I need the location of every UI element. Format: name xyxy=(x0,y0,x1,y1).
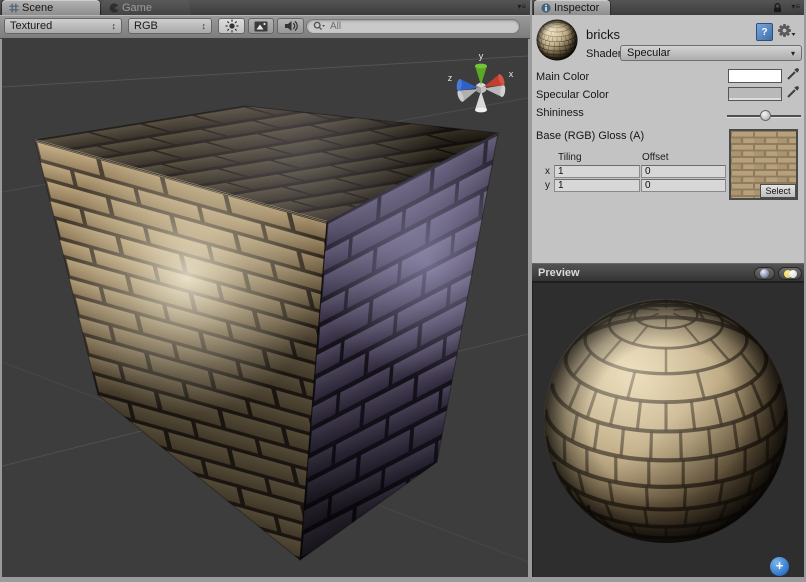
preview-lighting-button[interactable] xyxy=(778,267,802,280)
scene-search xyxy=(306,19,520,34)
tiling-header: Tiling xyxy=(558,152,582,163)
scene-panel-menu[interactable]: ▾≡ xyxy=(517,3,526,11)
inspector-lock[interactable] xyxy=(773,3,782,13)
preview-header: Preview xyxy=(532,263,804,282)
gizmo-z-label: z xyxy=(448,73,453,83)
scene-tabstrip: Scene Game ▾≡ xyxy=(0,0,530,16)
tab-scene[interactable]: Scene xyxy=(2,0,100,15)
material-options-button[interactable] xyxy=(777,23,796,39)
plus-icon: + xyxy=(776,558,784,573)
x-offset-field[interactable] xyxy=(641,165,726,178)
panel-menu-icon: ▾≡ xyxy=(791,3,800,11)
shininess-label: Shininess xyxy=(536,107,584,119)
sphere-icon xyxy=(760,269,769,278)
main-color-label: Main Color xyxy=(536,71,589,83)
preview-body[interactable]: + xyxy=(532,282,804,577)
tab-inspector-label: Inspector xyxy=(554,2,599,14)
base-texture-thumbnail[interactable]: Select xyxy=(729,129,798,200)
material-name: bricks xyxy=(586,27,620,42)
info-icon xyxy=(541,3,551,13)
light-white-icon xyxy=(789,270,797,278)
search-input[interactable] xyxy=(328,20,513,33)
specular-color-eyedropper[interactable] xyxy=(786,85,800,104)
updown-arrows-icon: ↕ xyxy=(202,21,207,31)
sun-icon xyxy=(225,19,239,33)
preview-title: Preview xyxy=(538,267,580,279)
specular-color-label: Specular Color xyxy=(536,89,609,101)
gizmo-x-label: x xyxy=(509,69,514,79)
effects-toggle-button[interactable] xyxy=(248,18,274,34)
search-icon xyxy=(313,21,325,32)
image-icon xyxy=(254,21,268,32)
tab-game-label: Game xyxy=(122,2,152,14)
lighting-toggle-button[interactable] xyxy=(218,18,245,34)
inspector-panel: Inspector ▾≡ bricks Shader Specular ▾ ? xyxy=(532,0,804,577)
y-tiling-field[interactable] xyxy=(554,179,640,192)
shininess-slider[interactable] xyxy=(727,115,801,118)
main-color-swatch[interactable] xyxy=(728,69,782,83)
brick-cube[interactable] xyxy=(35,106,498,560)
speaker-icon xyxy=(284,20,298,32)
tab-inspector[interactable]: Inspector xyxy=(534,0,610,15)
inspector-tabstrip: Inspector ▾≡ xyxy=(532,0,804,16)
chevron-down-icon: ▾ xyxy=(791,49,795,58)
gizmo-y-axis[interactable] xyxy=(475,64,487,85)
game-icon xyxy=(109,3,119,13)
color-mode-label: RGB xyxy=(134,20,158,32)
x-row-label: x xyxy=(545,166,550,177)
material-sphere-preview[interactable] xyxy=(541,296,791,546)
scene-viewport[interactable]: y x z xyxy=(2,38,528,577)
eyedropper-icon xyxy=(786,67,800,81)
offset-header: Offset xyxy=(642,152,669,163)
help-button[interactable]: ? xyxy=(756,23,773,41)
shader-label: Shader xyxy=(586,48,621,60)
specular-color-swatch[interactable] xyxy=(728,87,782,101)
gear-icon xyxy=(777,23,796,39)
select-label: Select xyxy=(765,186,790,196)
render-mode-dropdown[interactable]: Textured ↕ xyxy=(4,18,122,34)
tab-game[interactable]: Game xyxy=(102,0,190,15)
main-color-eyedropper[interactable] xyxy=(786,67,800,86)
panel-menu-icon: ▾≡ xyxy=(517,3,526,11)
shader-dropdown[interactable]: Specular ▾ xyxy=(620,45,802,61)
color-mode-dropdown[interactable]: RGB ↕ xyxy=(128,18,212,34)
add-button[interactable]: + xyxy=(770,557,789,576)
question-mark-icon: ? xyxy=(761,27,767,38)
material-preview-thumb xyxy=(536,19,578,61)
base-gloss-label: Base (RGB) Gloss (A) xyxy=(536,130,644,142)
preview-mesh-button[interactable] xyxy=(754,267,775,280)
tab-scene-label: Scene xyxy=(22,2,53,14)
audio-toggle-button[interactable] xyxy=(277,18,304,34)
eyedropper-icon xyxy=(786,85,800,99)
scene-3d-view: y x z xyxy=(2,38,528,577)
gizmo-y-label: y xyxy=(479,51,484,61)
x-tiling-field[interactable] xyxy=(554,165,640,178)
lock-icon xyxy=(773,3,782,13)
scene-panel: Scene Game ▾≡ Textured ↕ RGB ↕ xyxy=(0,0,530,577)
scene-toolbar: Textured ↕ RGB ↕ xyxy=(0,15,530,39)
select-texture-button[interactable]: Select xyxy=(760,184,796,198)
y-row-label: y xyxy=(545,180,550,191)
shader-value: Specular xyxy=(627,47,670,59)
render-mode-label: Textured xyxy=(10,20,52,32)
updown-arrows-icon: ↕ xyxy=(112,21,117,31)
inspector-panel-menu[interactable]: ▾≡ xyxy=(791,3,800,11)
y-offset-field[interactable] xyxy=(641,179,726,192)
shininess-thumb[interactable] xyxy=(760,110,771,121)
inspector-body: bricks Shader Specular ▾ ? Main C xyxy=(532,15,804,263)
scene-grid-icon xyxy=(9,3,19,13)
